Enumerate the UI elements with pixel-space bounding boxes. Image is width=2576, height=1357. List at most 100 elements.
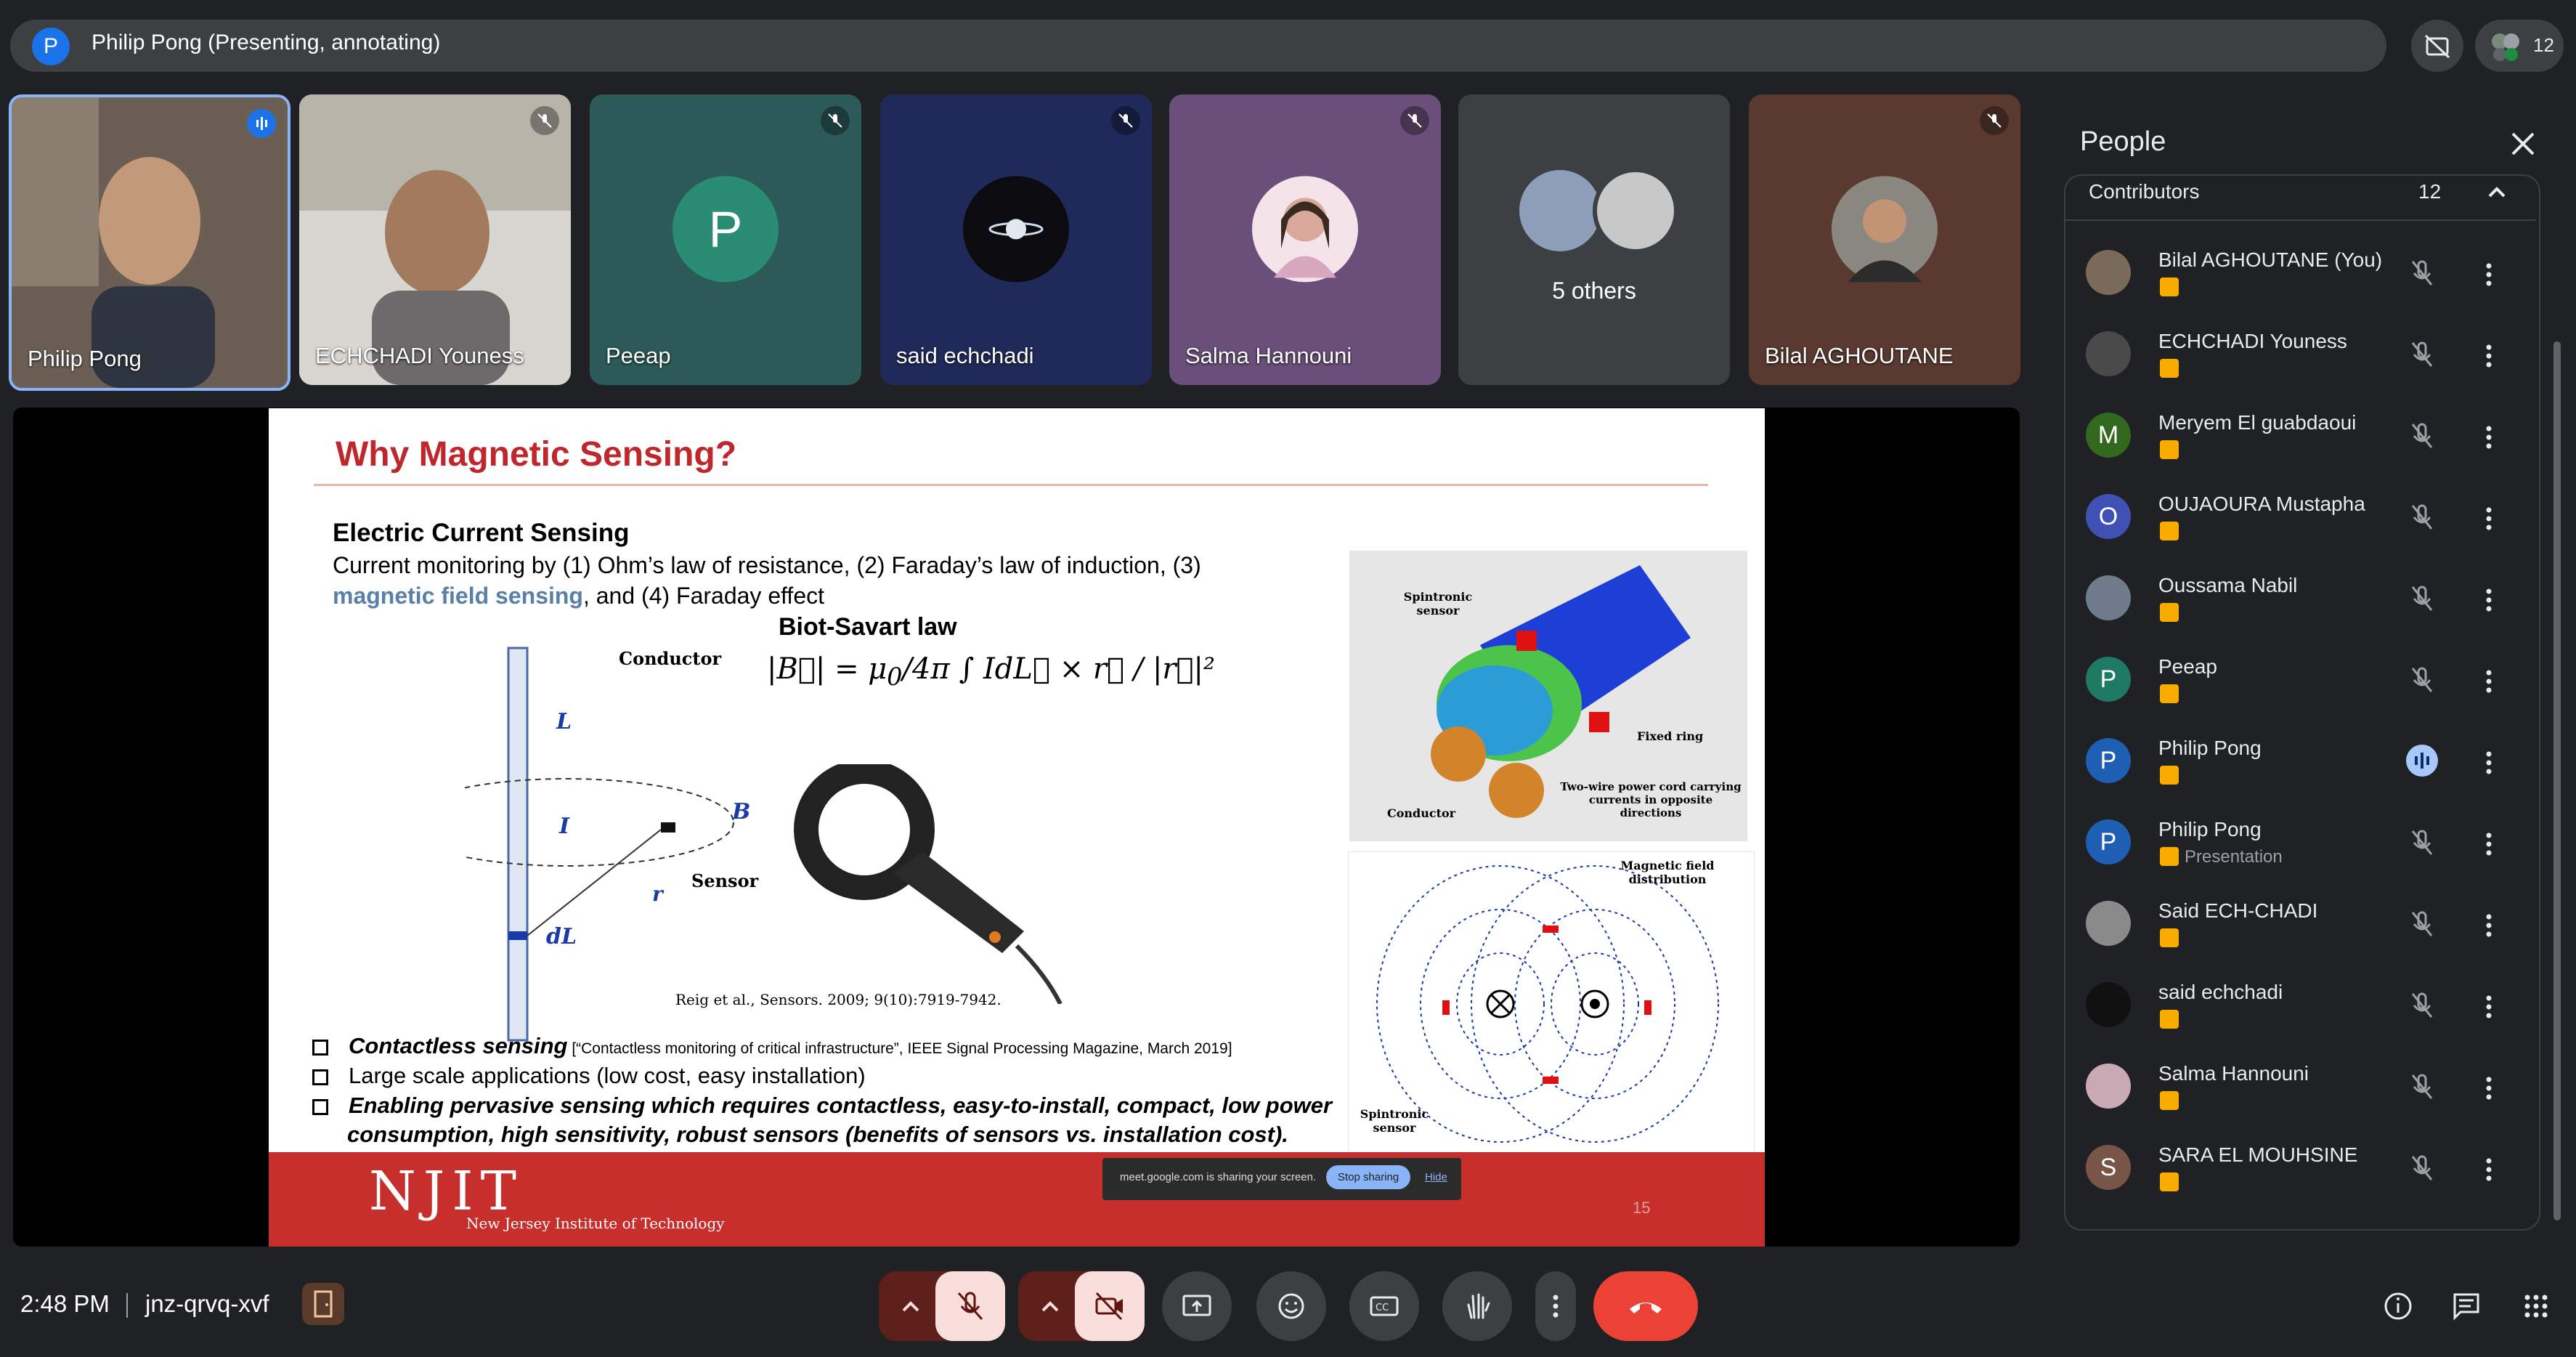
profile-photo: [1274, 198, 1336, 278]
meeting-code: jnz-qrvq-xvf: [145, 1290, 269, 1317]
participant-row[interactable]: ECHCHADI Youness: [2079, 315, 2529, 394]
contributor-badge-icon: [2160, 1091, 2179, 1110]
tile-said-echchadi[interactable]: said echchadi: [880, 94, 1152, 385]
unmute-button[interactable]: [935, 1271, 1005, 1341]
emoji-icon: [1278, 1293, 1304, 1319]
mic-off-icon: [2411, 1155, 2433, 1180]
participant-name: OUJAOURA Mustapha: [2158, 493, 2365, 515]
chat-button[interactable]: [2447, 1287, 2485, 1325]
tile-philip-pong[interactable]: Philip Pong: [9, 94, 290, 391]
mic-off-icon: [537, 113, 552, 128]
more-vert-icon[interactable]: [2478, 421, 2500, 453]
stop-sharing-button[interactable]: Stop sharing: [1326, 1165, 1411, 1189]
more-vert-icon[interactable]: [2478, 1154, 2500, 1186]
cable-label-fixed-ring: Fixed ring: [1637, 729, 1704, 743]
contributor-badge-icon: [2160, 440, 2179, 459]
screen-share-toast: meet.google.com is sharing your screen. …: [1102, 1158, 1461, 1200]
more-vert-icon[interactable]: [2478, 503, 2500, 535]
participant-row[interactable]: Salma Hannouni: [2079, 1048, 2529, 1126]
participant-row[interactable]: said echchadi: [2079, 966, 2529, 1045]
more-vert-icon[interactable]: [2478, 584, 2500, 616]
intro-rest: , and (4) Faraday effect: [582, 583, 824, 609]
section-heading: Electric Current Sensing: [333, 519, 630, 547]
mic-off-icon: [2411, 830, 2433, 855]
participant-avatar: M: [2086, 413, 2131, 458]
tile-name: Bilal AGHOUTANE: [1765, 343, 1954, 368]
participant-row[interactable]: O OUJAOURA Mustapha: [2079, 478, 2529, 556]
participants-button[interactable]: 12: [2475, 20, 2564, 72]
mic-off-icon: [2411, 260, 2433, 285]
captions-button[interactable]: CC: [1349, 1271, 1419, 1341]
participant-avatar: [2086, 982, 2131, 1027]
more-vert-icon[interactable]: [2478, 259, 2500, 291]
intro-text-line1: Current monitoring by (1) Ohm’s law of r…: [333, 552, 1201, 578]
contributors-label[interactable]: Contributors: [2089, 180, 2200, 203]
participant-avatar: [2086, 1064, 2131, 1109]
njit-subtitle: New Jersey Institute of Technology: [466, 1215, 725, 1232]
activities-button[interactable]: [2517, 1287, 2555, 1325]
tile-salma-hannouni[interactable]: Salma Hannouni: [1169, 94, 1441, 385]
close-panel-button[interactable]: [2504, 125, 2542, 163]
more-vert-icon[interactable]: [2478, 1072, 2500, 1104]
participant-row[interactable]: S SARA EL MOUHSINE: [2079, 1129, 2529, 1207]
audio-wave-icon: [256, 117, 267, 130]
hide-toast-link[interactable]: Hide: [1425, 1171, 1447, 1183]
reactions-button[interactable]: [1256, 1271, 1326, 1341]
tile-echchadi-youness[interactable]: ECHCHADI Youness: [299, 94, 571, 385]
clock: 2:48 PM: [20, 1290, 110, 1317]
mic-control-group[interactable]: [879, 1271, 1005, 1341]
more-vert-icon[interactable]: [2478, 910, 2500, 941]
avatars-icon: [2492, 33, 2519, 61]
hangup-icon: [1630, 1303, 1662, 1313]
more-vert-icon[interactable]: [2478, 665, 2500, 697]
mic-off-icon: [1118, 113, 1133, 128]
mic-off-icon: [828, 113, 842, 128]
more-vert-icon[interactable]: [2478, 828, 2500, 860]
contributor-badge-icon: [2160, 766, 2179, 785]
participant-name: Philip Pong: [2158, 818, 2262, 840]
more-vert-icon[interactable]: [2478, 991, 2500, 1023]
participant-row[interactable]: P Philip Pong: [2079, 722, 2529, 801]
leave-call-button[interactable]: [1593, 1271, 1698, 1341]
participant-row[interactable]: M Meryem El guabdaoui: [2079, 397, 2529, 475]
chevron-up-icon: [2488, 187, 2506, 198]
presentation-slide: Why Magnetic Sensing? Electric Current S…: [269, 408, 1765, 1247]
tile-name: ECHCHADI Youness: [315, 343, 524, 368]
more-vert-icon[interactable]: [2478, 747, 2500, 779]
participant-name: ECHCHADI Youness: [2158, 330, 2347, 352]
present-button[interactable]: [1162, 1271, 1232, 1341]
participant-name: Bilal AGHOUTANE (You): [2158, 248, 2383, 271]
collapse-contributors-button[interactable]: [2482, 177, 2511, 206]
meeting-details-button[interactable]: [2379, 1287, 2417, 1325]
breakout-room-button[interactable]: [302, 1283, 344, 1325]
contributor-badge-icon: [2160, 1010, 2179, 1029]
contributor-badge-icon: [2160, 847, 2179, 866]
more-options-button[interactable]: [1535, 1271, 1576, 1341]
participant-row[interactable]: P Philip Pong Presentation: [2079, 803, 2529, 882]
mic-off-icon: [1407, 113, 1422, 128]
chevron-up-icon[interactable]: [1028, 1271, 1072, 1341]
hide-self-view-button[interactable]: [2411, 20, 2463, 72]
participant-row[interactable]: Said ECH-CHADI: [2079, 885, 2529, 963]
participants-count: 12: [2533, 34, 2554, 56]
participant-row[interactable]: P Peeap: [2079, 641, 2529, 719]
mic-off-icon: [2411, 341, 2433, 367]
slide-page-number: 15: [1633, 1199, 1651, 1217]
tile-others[interactable]: 5 others: [1458, 94, 1730, 385]
label-B: B: [732, 799, 751, 825]
participant-avatar: [2086, 901, 2131, 946]
info-icon: [2384, 1292, 2412, 1320]
people-scrollbar[interactable]: [2553, 341, 2561, 1220]
muted-indicator: [1111, 106, 1140, 135]
camera-control-group[interactable]: [1018, 1271, 1145, 1341]
participant-row[interactable]: Bilal AGHOUTANE (You): [2079, 234, 2529, 312]
turn-on-camera-button[interactable]: [1075, 1271, 1145, 1341]
more-vert-icon[interactable]: [2478, 340, 2500, 372]
chevron-up-icon[interactable]: [889, 1271, 933, 1341]
tile-peeap[interactable]: P Peeap: [590, 94, 861, 385]
raise-hand-button[interactable]: [1442, 1271, 1512, 1341]
participant-row[interactable]: Oussama Nabil: [2079, 559, 2529, 638]
apps-grid-icon: [2524, 1295, 2548, 1318]
tile-bilal-aghoutane[interactable]: Bilal AGHOUTANE: [1749, 94, 2020, 385]
participant-avatar: P: [673, 176, 779, 283]
